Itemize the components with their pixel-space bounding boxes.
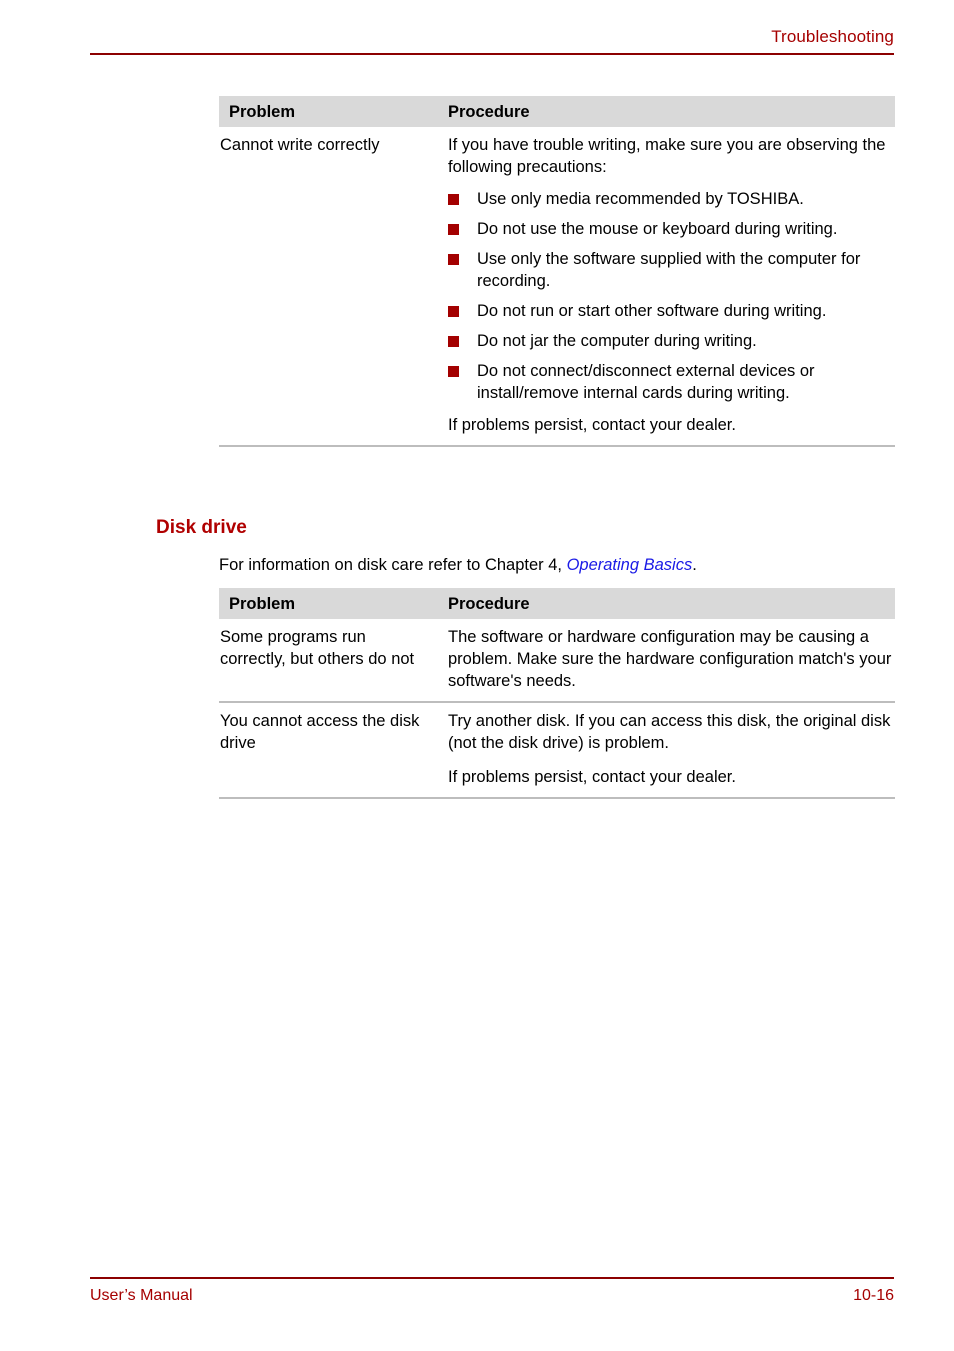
list-item: Use only media recommended by TOSHIBA. bbox=[448, 188, 895, 210]
list-item-label: Do not run or start other software durin… bbox=[477, 302, 827, 320]
section-intro-paragraph: For information on disk care refer to Ch… bbox=[219, 554, 909, 576]
page-running-footer: User’s Manual 10-16 bbox=[90, 1277, 894, 1308]
column-header-procedure: Procedure bbox=[448, 595, 530, 613]
list-item-label: Do not connect/disconnect external devic… bbox=[477, 362, 815, 402]
list-item: Do not connect/disconnect external devic… bbox=[448, 360, 895, 404]
table-row: You cannot access the disk drive Try ano… bbox=[219, 703, 895, 799]
page-running-header: Troubleshooting bbox=[90, 26, 894, 55]
list-item-label: Do not use the mouse or keyboard during … bbox=[477, 220, 838, 238]
procedure-outro-text: If problems persist, contact your dealer… bbox=[448, 416, 736, 434]
square-bullet-icon bbox=[448, 254, 459, 265]
table-header-row: Problem Procedure bbox=[219, 588, 895, 619]
procedure-text-secondary: If problems persist, contact your dealer… bbox=[448, 768, 736, 786]
table-header-row: Problem Procedure bbox=[219, 96, 895, 127]
list-item-label: Use only the software supplied with the … bbox=[477, 250, 861, 290]
square-bullet-icon bbox=[448, 336, 459, 347]
table-disk-drive-troubleshooting: Problem Procedure Some programs run corr… bbox=[219, 588, 895, 799]
table-optical-media-troubleshooting: Problem Procedure Cannot write correctly… bbox=[219, 96, 895, 447]
square-bullet-icon bbox=[448, 194, 459, 205]
section-heading-disk-drive: Disk drive bbox=[156, 517, 247, 538]
cell-procedure: The software or hardware configuration m… bbox=[448, 626, 895, 692]
list-item: Do not run or start other software durin… bbox=[448, 300, 895, 322]
procedure-text: The software or hardware configuration m… bbox=[448, 628, 892, 690]
cell-problem: Cannot write correctly bbox=[220, 136, 380, 154]
list-item: Use only the software supplied with the … bbox=[448, 248, 895, 292]
header-rule bbox=[90, 53, 894, 55]
cell-problem: Some programs run correctly, but others … bbox=[220, 628, 415, 668]
square-bullet-icon bbox=[448, 224, 459, 235]
list-item-label: Do not jar the computer during writing. bbox=[477, 332, 757, 350]
footer-content: User’s Manual 10-16 bbox=[90, 1286, 894, 1308]
cross-reference-link-operating-basics[interactable]: Operating Basics bbox=[567, 556, 693, 574]
footer-rule bbox=[90, 1277, 894, 1279]
column-header-problem: Problem bbox=[229, 103, 296, 121]
footer-page-number: 10-16 bbox=[853, 1287, 894, 1304]
cell-procedure: Try another disk. If you can access this… bbox=[448, 710, 895, 788]
cell-problem: You cannot access the disk drive bbox=[220, 712, 420, 752]
column-header-problem: Problem bbox=[229, 595, 296, 613]
intro-text-before: For information on disk care refer to Ch… bbox=[219, 556, 567, 574]
table-row: Some programs run correctly, but others … bbox=[219, 619, 895, 703]
list-item-label: Use only media recommended by TOSHIBA. bbox=[477, 190, 804, 208]
table-row: Cannot write correctly If you have troub… bbox=[219, 127, 895, 447]
footer-document-title: User’s Manual bbox=[90, 1287, 193, 1304]
square-bullet-icon bbox=[448, 306, 459, 317]
precautions-list: Use only media recommended by TOSHIBA. D… bbox=[448, 188, 895, 404]
column-header-procedure: Procedure bbox=[448, 103, 530, 121]
list-item: Do not use the mouse or keyboard during … bbox=[448, 218, 895, 240]
procedure-text: Try another disk. If you can access this… bbox=[448, 712, 891, 752]
square-bullet-icon bbox=[448, 366, 459, 377]
list-item: Do not jar the computer during writing. bbox=[448, 330, 895, 352]
intro-text-after: . bbox=[692, 556, 697, 574]
page-header-title: Troubleshooting bbox=[771, 27, 894, 46]
cell-procedure: If you have trouble writing, make sure y… bbox=[448, 134, 895, 436]
procedure-intro-text: If you have trouble writing, make sure y… bbox=[448, 136, 886, 176]
